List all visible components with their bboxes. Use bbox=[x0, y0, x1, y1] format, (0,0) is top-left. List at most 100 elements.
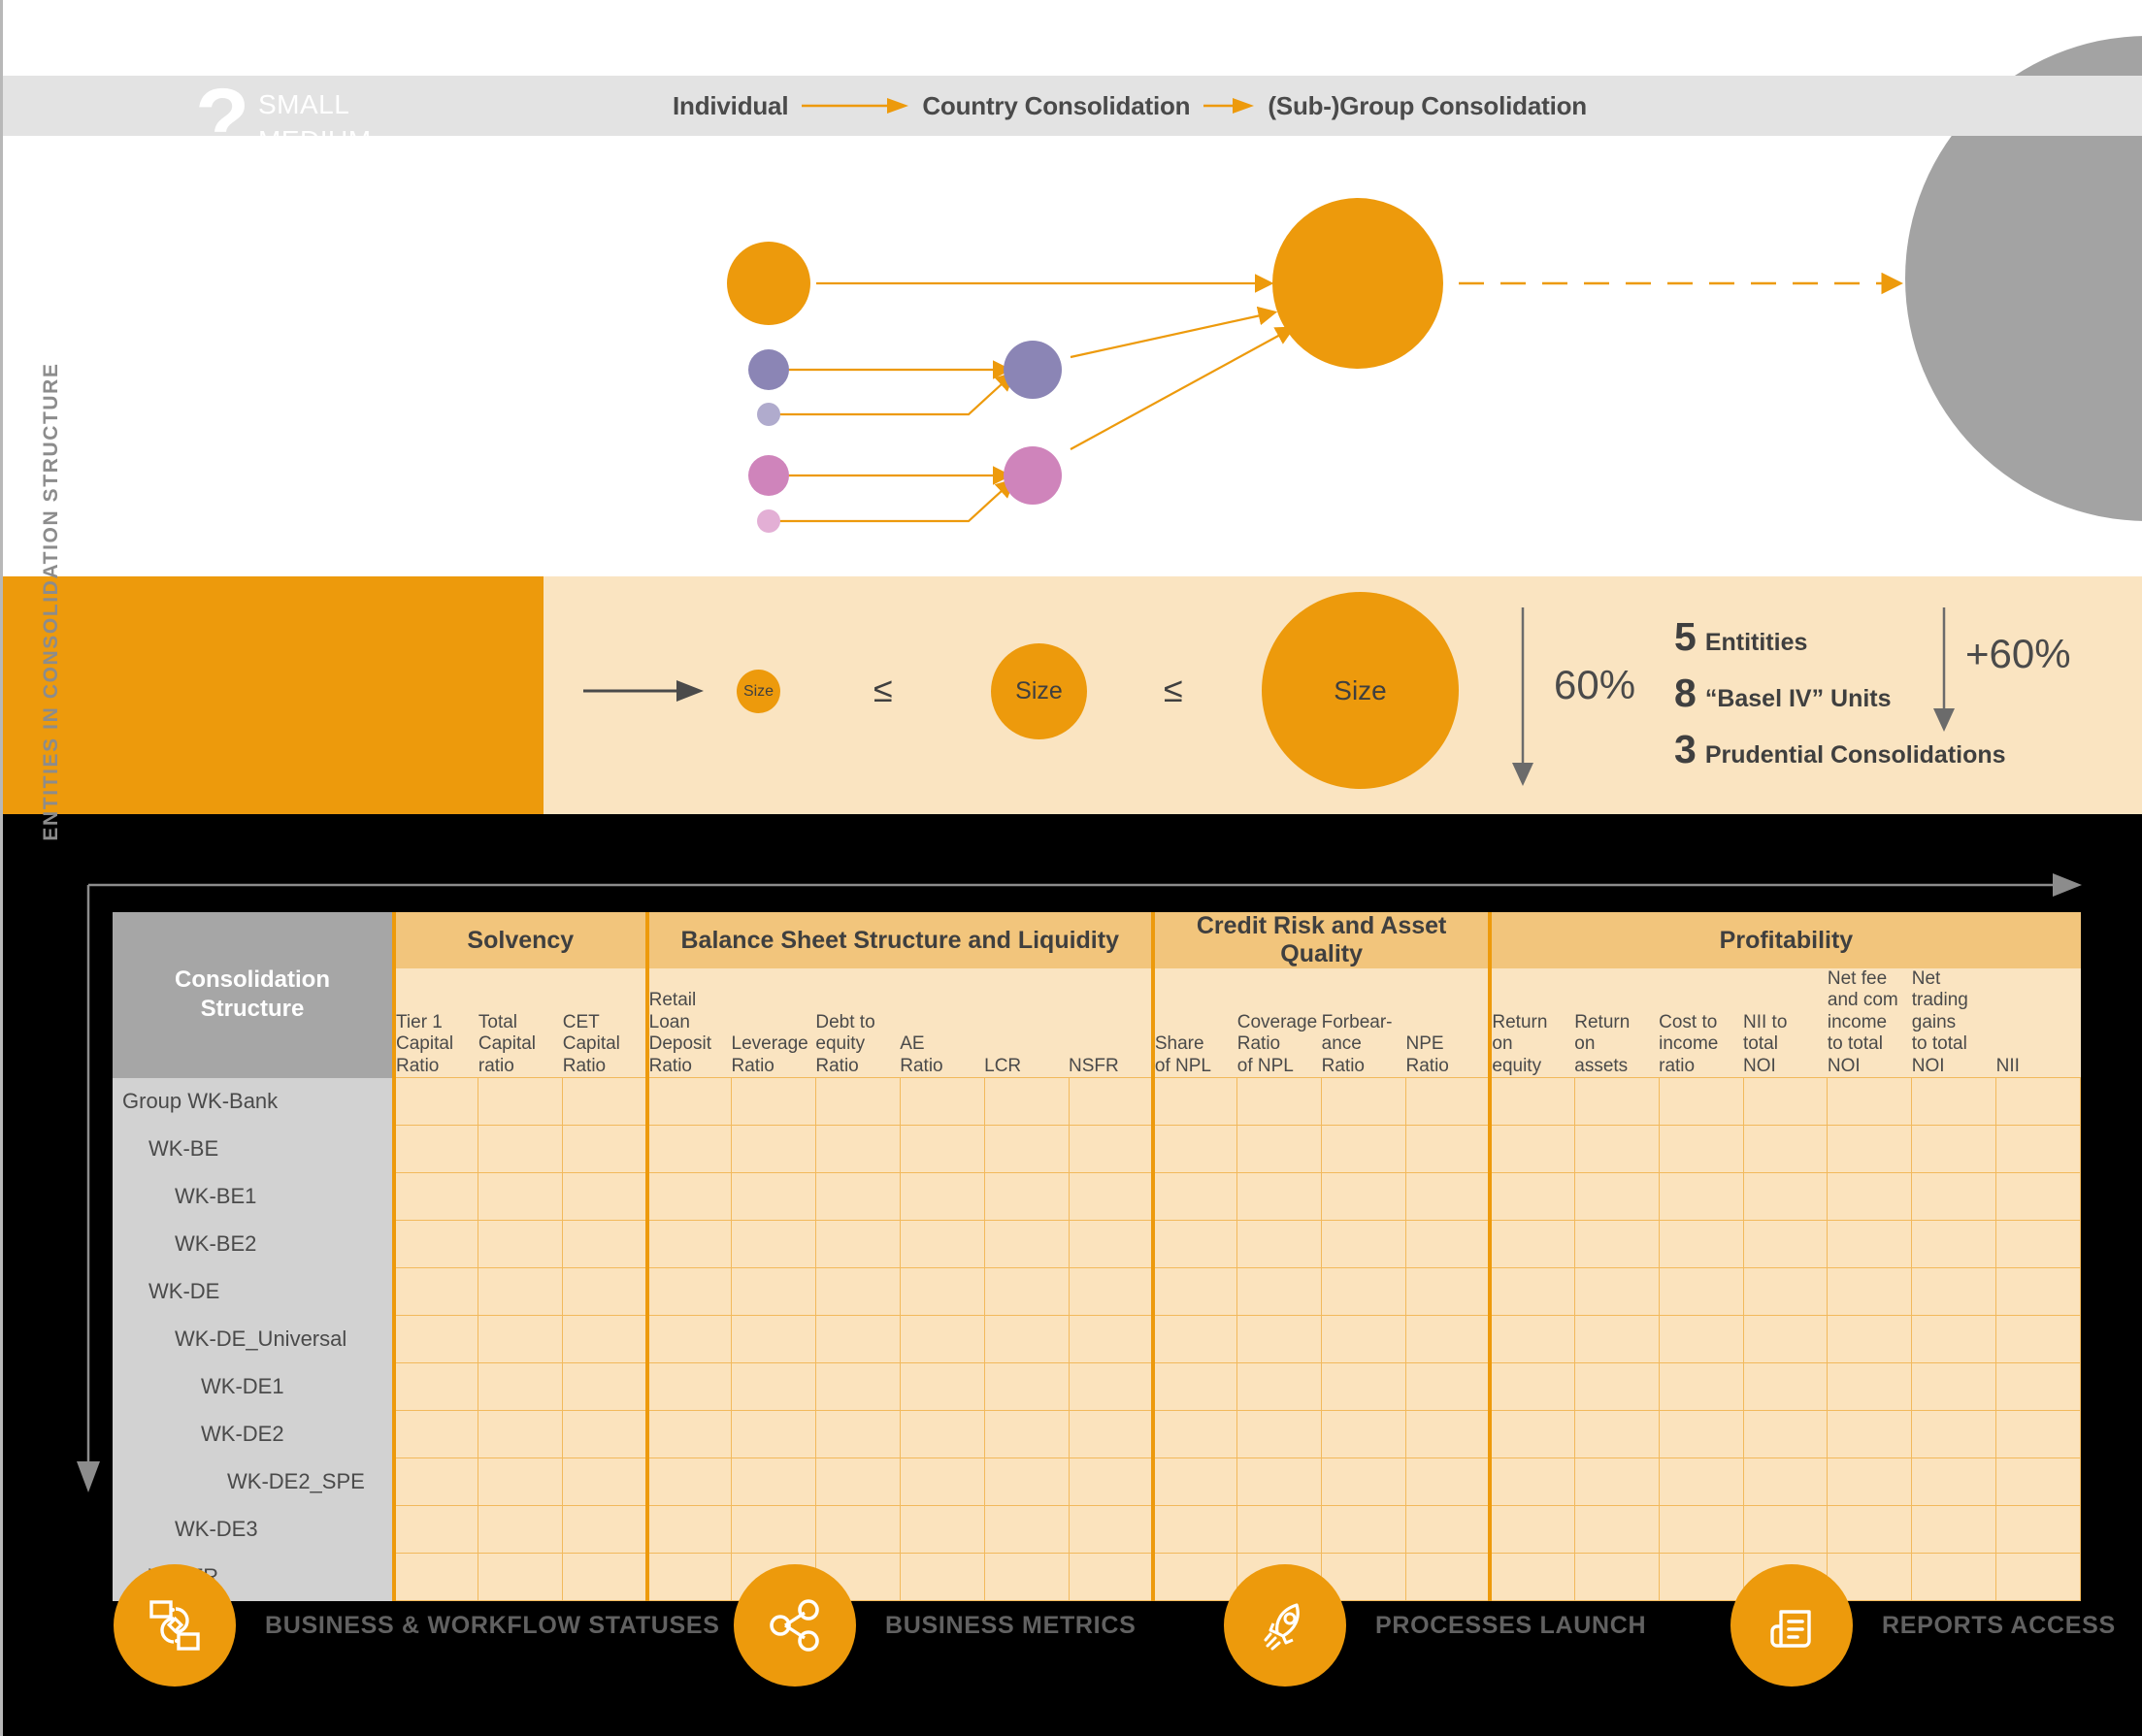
metric-cell[interactable] bbox=[1236, 1315, 1323, 1364]
metric-cell[interactable] bbox=[1827, 1505, 1913, 1555]
metric-cell[interactable] bbox=[392, 1125, 479, 1174]
metric-cell[interactable] bbox=[814, 1458, 901, 1507]
metric-cell[interactable] bbox=[1658, 1315, 1744, 1364]
metric-cell[interactable] bbox=[1995, 1362, 2081, 1412]
table-row[interactable]: WK-DE bbox=[113, 1267, 2081, 1317]
metric-cell[interactable] bbox=[1068, 1458, 1154, 1507]
metric-cell[interactable] bbox=[1995, 1458, 2081, 1507]
metric-cell[interactable] bbox=[1488, 1077, 1575, 1127]
metric-cell[interactable] bbox=[1658, 1362, 1744, 1412]
metric-cell[interactable] bbox=[1321, 1458, 1406, 1507]
metric-cell[interactable] bbox=[731, 1505, 816, 1555]
metric-cell[interactable] bbox=[1573, 1410, 1660, 1459]
metric-cell[interactable] bbox=[478, 1505, 564, 1555]
metric-cell[interactable] bbox=[1150, 1505, 1238, 1555]
metric-cell[interactable] bbox=[1405, 1220, 1491, 1269]
table-row[interactable]: WK-DE3 bbox=[113, 1505, 2081, 1555]
metric-cell[interactable] bbox=[1488, 1505, 1575, 1555]
metric-cell[interactable] bbox=[1068, 1410, 1154, 1459]
metric-cell[interactable] bbox=[899, 1315, 985, 1364]
metric-cell[interactable] bbox=[1488, 1362, 1575, 1412]
metric-cell[interactable] bbox=[1068, 1077, 1154, 1127]
metric-cell[interactable] bbox=[392, 1458, 479, 1507]
metric-cell[interactable] bbox=[1488, 1125, 1575, 1174]
metric-cell[interactable] bbox=[731, 1410, 816, 1459]
metric-cell[interactable] bbox=[1995, 1077, 2081, 1127]
table-row[interactable]: WK-DE2 bbox=[113, 1410, 2081, 1459]
metric-cell[interactable] bbox=[1995, 1220, 2081, 1269]
metric-cell[interactable] bbox=[1911, 1410, 1997, 1459]
metric-cell[interactable] bbox=[562, 1220, 648, 1269]
metric-cell[interactable] bbox=[1911, 1125, 1997, 1174]
table-row[interactable]: Group WK-Bank bbox=[113, 1077, 2081, 1127]
metric-cell[interactable] bbox=[562, 1458, 648, 1507]
metric-cell[interactable] bbox=[1236, 1077, 1323, 1127]
metric-cell[interactable] bbox=[1405, 1362, 1491, 1412]
metric-cell[interactable] bbox=[1236, 1505, 1323, 1555]
metric-cell[interactable] bbox=[1911, 1267, 1997, 1317]
metric-cell[interactable] bbox=[644, 1172, 732, 1222]
feature-reports-access[interactable]: REPORTS ACCESS bbox=[1730, 1564, 2116, 1687]
metric-cell[interactable] bbox=[1742, 1267, 1829, 1317]
metric-cell[interactable] bbox=[814, 1410, 901, 1459]
metric-cell[interactable] bbox=[814, 1125, 901, 1174]
metric-cell[interactable] bbox=[1405, 1315, 1491, 1364]
metric-cell[interactable] bbox=[1236, 1125, 1323, 1174]
metric-cell[interactable] bbox=[644, 1077, 732, 1127]
metric-cell[interactable] bbox=[1658, 1410, 1744, 1459]
metric-cell[interactable] bbox=[1742, 1505, 1829, 1555]
table-row[interactable]: WK-DE1 bbox=[113, 1362, 2081, 1412]
metric-cell[interactable] bbox=[899, 1077, 985, 1127]
metric-cell[interactable] bbox=[899, 1125, 985, 1174]
metric-cell[interactable] bbox=[562, 1267, 648, 1317]
metric-cell[interactable] bbox=[562, 1172, 648, 1222]
metric-cell[interactable] bbox=[644, 1220, 732, 1269]
metric-cell[interactable] bbox=[1742, 1362, 1829, 1412]
metric-cell[interactable] bbox=[1321, 1315, 1406, 1364]
metric-cell[interactable] bbox=[392, 1315, 479, 1364]
metric-cell[interactable] bbox=[983, 1458, 1070, 1507]
metric-cell[interactable] bbox=[1827, 1267, 1913, 1317]
metric-cell[interactable] bbox=[1405, 1267, 1491, 1317]
metric-cell[interactable] bbox=[1827, 1410, 1913, 1459]
metric-cell[interactable] bbox=[1068, 1172, 1154, 1222]
metric-cell[interactable] bbox=[478, 1410, 564, 1459]
metric-cell[interactable] bbox=[1742, 1458, 1829, 1507]
metric-cell[interactable] bbox=[1827, 1125, 1913, 1174]
metric-cell[interactable] bbox=[1827, 1362, 1913, 1412]
metric-cell[interactable] bbox=[392, 1220, 479, 1269]
metric-cell[interactable] bbox=[1742, 1220, 1829, 1269]
metric-cell[interactable] bbox=[1321, 1267, 1406, 1317]
metric-cell[interactable] bbox=[562, 1410, 648, 1459]
metric-cell[interactable] bbox=[1405, 1505, 1491, 1555]
metric-cell[interactable] bbox=[392, 1362, 479, 1412]
metric-cell[interactable] bbox=[1068, 1362, 1154, 1412]
metric-cell[interactable] bbox=[1911, 1362, 1997, 1412]
metric-cell[interactable] bbox=[1488, 1315, 1575, 1364]
metric-cell[interactable] bbox=[1321, 1410, 1406, 1459]
metric-cell[interactable] bbox=[899, 1458, 985, 1507]
metric-cell[interactable] bbox=[899, 1410, 985, 1459]
metric-cell[interactable] bbox=[644, 1125, 732, 1174]
metric-cell[interactable] bbox=[983, 1505, 1070, 1555]
metric-cell[interactable] bbox=[1150, 1267, 1238, 1317]
metric-cell[interactable] bbox=[478, 1125, 564, 1174]
metric-cell[interactable] bbox=[1150, 1362, 1238, 1412]
metric-cell[interactable] bbox=[1658, 1077, 1744, 1127]
metric-cell[interactable] bbox=[1321, 1362, 1406, 1412]
metric-cell[interactable] bbox=[899, 1172, 985, 1222]
metric-cell[interactable] bbox=[1150, 1410, 1238, 1459]
metric-cell[interactable] bbox=[644, 1315, 732, 1364]
feature-processes-launch[interactable]: PROCESSES LAUNCH bbox=[1224, 1564, 1646, 1687]
metric-cell[interactable] bbox=[1150, 1077, 1238, 1127]
metric-cell[interactable] bbox=[1488, 1172, 1575, 1222]
metric-cell[interactable] bbox=[644, 1505, 732, 1555]
metric-cell[interactable] bbox=[1995, 1267, 2081, 1317]
metric-cell[interactable] bbox=[731, 1125, 816, 1174]
table-row[interactable]: WK-BE1 bbox=[113, 1172, 2081, 1222]
metric-cell[interactable] bbox=[1321, 1125, 1406, 1174]
metric-cell[interactable] bbox=[1573, 1505, 1660, 1555]
metric-cell[interactable] bbox=[983, 1315, 1070, 1364]
metric-cell[interactable] bbox=[1236, 1267, 1323, 1317]
metric-cell[interactable] bbox=[983, 1077, 1070, 1127]
